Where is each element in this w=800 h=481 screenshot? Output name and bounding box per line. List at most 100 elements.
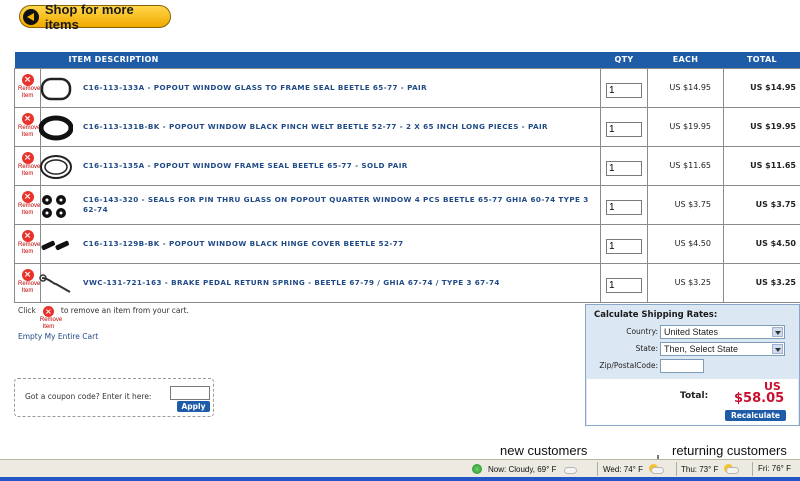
qty-input[interactable]: 1 [606,160,642,176]
row-icons-cell: × Remove Item [14,67,72,108]
item-description-link[interactable]: C16-113-129B-BK - POPOUT WINDOW BLACK HI… [40,223,601,264]
line-total: US $4.50 [723,223,800,264]
remove-item-button[interactable]: × Remove Item [18,112,41,143]
row-icons-cell: × Remove Item [14,223,69,264]
qty-cell: 1 [600,106,648,147]
weather-wed[interactable]: Wed: 74° F [603,464,664,474]
item-description-link[interactable]: C16-113-135A - POPOUT WINDOW FRAME SEAL … [40,145,601,186]
qty-input[interactable]: 1 [606,199,642,215]
caption-returning-customers: returning customers [672,443,787,458]
product-thumbnail[interactable] [39,75,73,103]
header-item-description: ITEM DESCRIPTION [40,52,601,68]
qty-input[interactable]: 1 [606,82,642,98]
country-label: Country: [626,327,658,336]
state-label: State: [635,344,658,353]
apply-button[interactable]: Apply [177,401,210,412]
recalculate-button[interactable]: Recalculate [725,410,786,421]
remove-item-button[interactable]: × Remove Item [18,190,41,221]
header-each: EACH [647,52,724,68]
each-price: US $11.65 [647,145,724,186]
close-icon: × [21,151,34,164]
state-select[interactable]: Then, Select State [660,342,785,356]
close-icon: × [21,190,34,203]
shipping-title: Calculate Shipping Rates: [594,310,718,320]
remove-label-line1: Remove [18,124,41,131]
close-icon: × [21,112,34,125]
qty-cell: 1 [600,184,648,225]
product-thumbnail[interactable] [38,114,74,142]
product-thumbnail[interactable] [39,192,73,220]
status-dot-icon [472,464,482,474]
remove-item-button[interactable]: × Remove Item [18,73,41,104]
remove-label-line2: Item [21,209,34,216]
remove-item-button[interactable]: × Remove Item [18,151,40,182]
row-icons-cell: × Remove Item [14,106,74,147]
line-total: US $11.65 [723,145,800,186]
each-price: US $3.75 [647,184,724,225]
qty-cell: 1 [600,145,648,186]
header-qty: QTY [600,52,648,68]
cart-row: × Remove Item C16-143-320 - SEALS FOR PIN T… [14,184,800,225]
coupon-question: Got a coupon code? Enter it here: [25,392,152,401]
remove-item-icon: × Remove Item [39,306,63,330]
item-description-link[interactable]: C16-143-320 - SEALS FOR PIN THRU GLASS O… [40,184,601,225]
cart-page: Shop for more items ITEM DESCRIPTION QTY… [0,0,800,481]
remove-item-button[interactable]: × Remove Item [18,229,40,260]
empty-cart-link[interactable]: Empty My Entire Cart [18,332,98,341]
qty-input[interactable]: 1 [606,238,642,254]
cart-table: ITEM DESCRIPTION QTY EACH TOTAL × Remove I… [14,52,800,303]
product-thumbnail[interactable] [39,231,73,259]
line-total: US $19.95 [723,106,800,147]
click-word: Click [18,306,36,315]
header-total: TOTAL [723,52,800,68]
remove-label-line2: Item [21,248,34,255]
product-thumbnail[interactable] [39,153,73,181]
cart-row: × Remove Item C16-113-129B-BK - POPOUT WIND… [14,223,800,264]
zip-input[interactable] [660,359,704,373]
cart-row: × Remove Item VWC-131-721-163 - BRAKE PEDAL… [14,262,800,303]
country-value: United States [664,327,719,337]
close-icon: × [21,268,34,281]
coupon-box: Got a coupon code? Enter it here: Apply [14,378,214,417]
cart-header-row: ITEM DESCRIPTION QTY EACH TOTAL [14,52,800,68]
cart-row: × Remove Item C16-113-131B-BK - POPOUT WIND… [14,106,800,147]
remove-label-line1: Remove [39,317,63,323]
taskbar: Now: Cloudy, 69° F Wed: 74° F Thu: 73° F… [0,459,800,481]
back-arrow-icon [23,8,39,25]
weather-thu[interactable]: Thu: 73° F [681,464,740,474]
remove-help-text: Click × Remove Item to remove an item fr… [18,306,189,331]
remove-item-button[interactable]: × Remove Item [18,268,40,299]
each-price: US $3.25 [647,262,724,303]
remove-label-line1: Remove [18,85,41,92]
each-price: US $4.50 [647,223,724,264]
country-select[interactable]: United States [660,325,785,339]
row-icons-cell: × Remove Item [14,262,71,303]
partly-cloudy-icon [723,464,740,474]
remove-label-line2: Item [42,324,55,330]
total-amount: $58.05 [734,391,785,406]
item-description-link[interactable]: VWC-131-721-163 - BRAKE PEDAL RETURN SPR… [40,262,601,303]
qty-input[interactable]: 1 [606,121,642,137]
coupon-input[interactable] [170,386,210,400]
remove-label-line1: Remove [18,202,41,209]
qty-cell: 1 [600,262,648,303]
weather-now[interactable]: Now: Cloudy, 69° F [472,464,578,474]
remove-label-line2: Item [21,131,34,138]
remove-help-rest: to remove an item from your cart. [60,306,189,315]
product-thumbnail[interactable] [39,270,73,298]
item-description-link[interactable]: C16-113-133A - POPOUT WINDOW GLASS TO FR… [40,67,601,108]
caption-new-customers: new customers [500,443,588,458]
weather-thu-text: Thu: 73° F [681,464,719,474]
shop-more-button[interactable]: Shop for more items [19,2,171,32]
weather-wed-text: Wed: 74° F [603,464,643,474]
weather-now-text: Now: Cloudy, 69° F [488,464,557,474]
shop-more-label: Shop for more items [44,1,134,32]
zip-label: Zip/PostalCode: [599,361,658,370]
weather-fri[interactable]: Fri: 76° F [758,464,791,473]
total-label: Total: [680,391,709,401]
qty-input[interactable]: 1 [606,277,642,293]
partly-cloudy-icon [648,464,664,474]
item-description-link[interactable]: C16-113-131B-BK - POPOUT WINDOW BLACK PI… [40,106,601,147]
remove-label-line2: Item [21,170,34,177]
line-total: US $3.75 [723,184,800,225]
